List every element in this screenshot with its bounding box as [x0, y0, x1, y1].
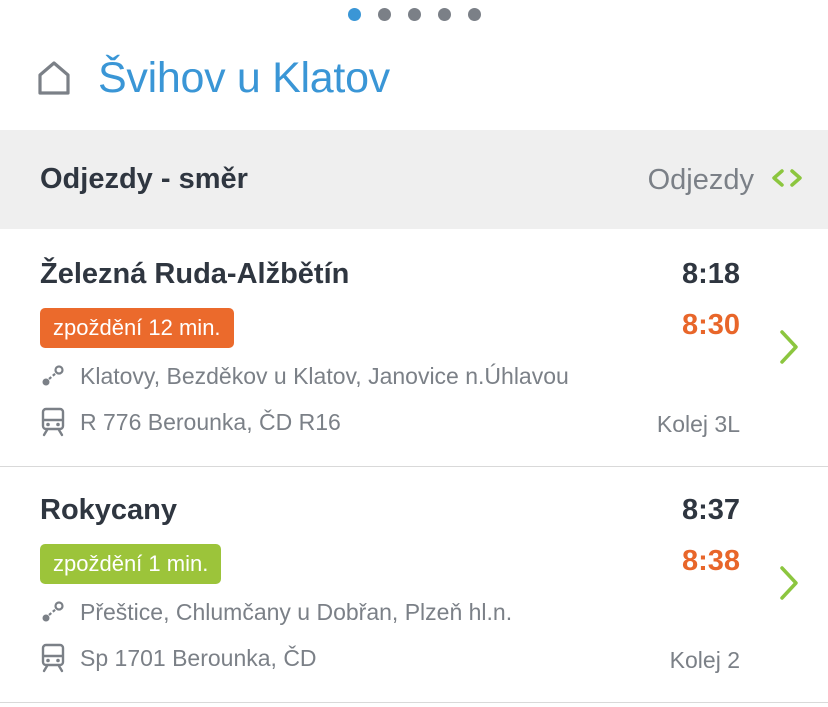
page-dot[interactable] [377, 8, 391, 21]
section-title: Odjezdy - směr [40, 163, 248, 195]
scheduled-time: 8:18 [681, 258, 740, 290]
train-icon [40, 407, 66, 437]
train-row: R 776 Berounka, ČD R16 [40, 407, 341, 437]
departure-card[interactable]: Rokycany 8:37 zpoždění 1 min. 8:38 Přešt… [0, 466, 828, 703]
station-title: Švihov u Klatov [98, 53, 390, 102]
home-icon[interactable] [36, 59, 74, 97]
station-header: Švihov u Klatov [36, 48, 390, 108]
train-name: Sp 1701 Berounka, ČD [80, 644, 317, 671]
page-dot[interactable] [467, 8, 481, 21]
page-dot[interactable] [347, 8, 361, 21]
platform: Kolej 3L [656, 411, 740, 437]
destination: Rokycany [40, 494, 178, 526]
swap-arrows-icon[interactable] [770, 167, 804, 194]
delay-badge: zpoždění 12 min. [40, 308, 234, 348]
page-indicator[interactable] [0, 8, 828, 22]
via-stations: Přeštice, Chlumčany u Dobřan, Plzeň hl.n… [80, 598, 513, 625]
direction-switch[interactable]: Odjezdy [648, 164, 804, 197]
chevron-right-icon[interactable] [778, 564, 800, 602]
delay-badge: zpoždění 1 min. [40, 544, 222, 584]
train-icon [40, 643, 66, 673]
via-stations: Klatovy, Bezděkov u Klatov, Janovice n.Ú… [80, 362, 569, 389]
direction-switch-label[interactable]: Odjezdy [648, 164, 754, 197]
section-header: Odjezdy - směr Odjezdy [0, 130, 828, 229]
destination: Železná Ruda-Alžbětín [40, 258, 350, 290]
page-dot[interactable] [437, 8, 451, 21]
route-icon [40, 362, 66, 390]
route-icon [40, 598, 66, 626]
train-row: Sp 1701 Berounka, ČD [40, 643, 317, 673]
departure-card[interactable]: Železná Ruda-Alžbětín 8:18 zpoždění 12 m… [0, 230, 828, 467]
train-name: R 776 Berounka, ČD R16 [80, 408, 341, 435]
actual-time: 8:38 [681, 545, 740, 577]
page-dot[interactable] [407, 8, 421, 21]
platform: Kolej 2 [669, 647, 740, 673]
chevron-right-icon[interactable] [778, 328, 800, 366]
scheduled-time: 8:37 [681, 494, 740, 526]
via-row: Přeštice, Chlumčany u Dobřan, Plzeň hl.n… [40, 598, 512, 626]
via-row: Klatovy, Bezděkov u Klatov, Janovice n.Ú… [40, 362, 569, 390]
actual-time: 8:30 [681, 309, 740, 341]
